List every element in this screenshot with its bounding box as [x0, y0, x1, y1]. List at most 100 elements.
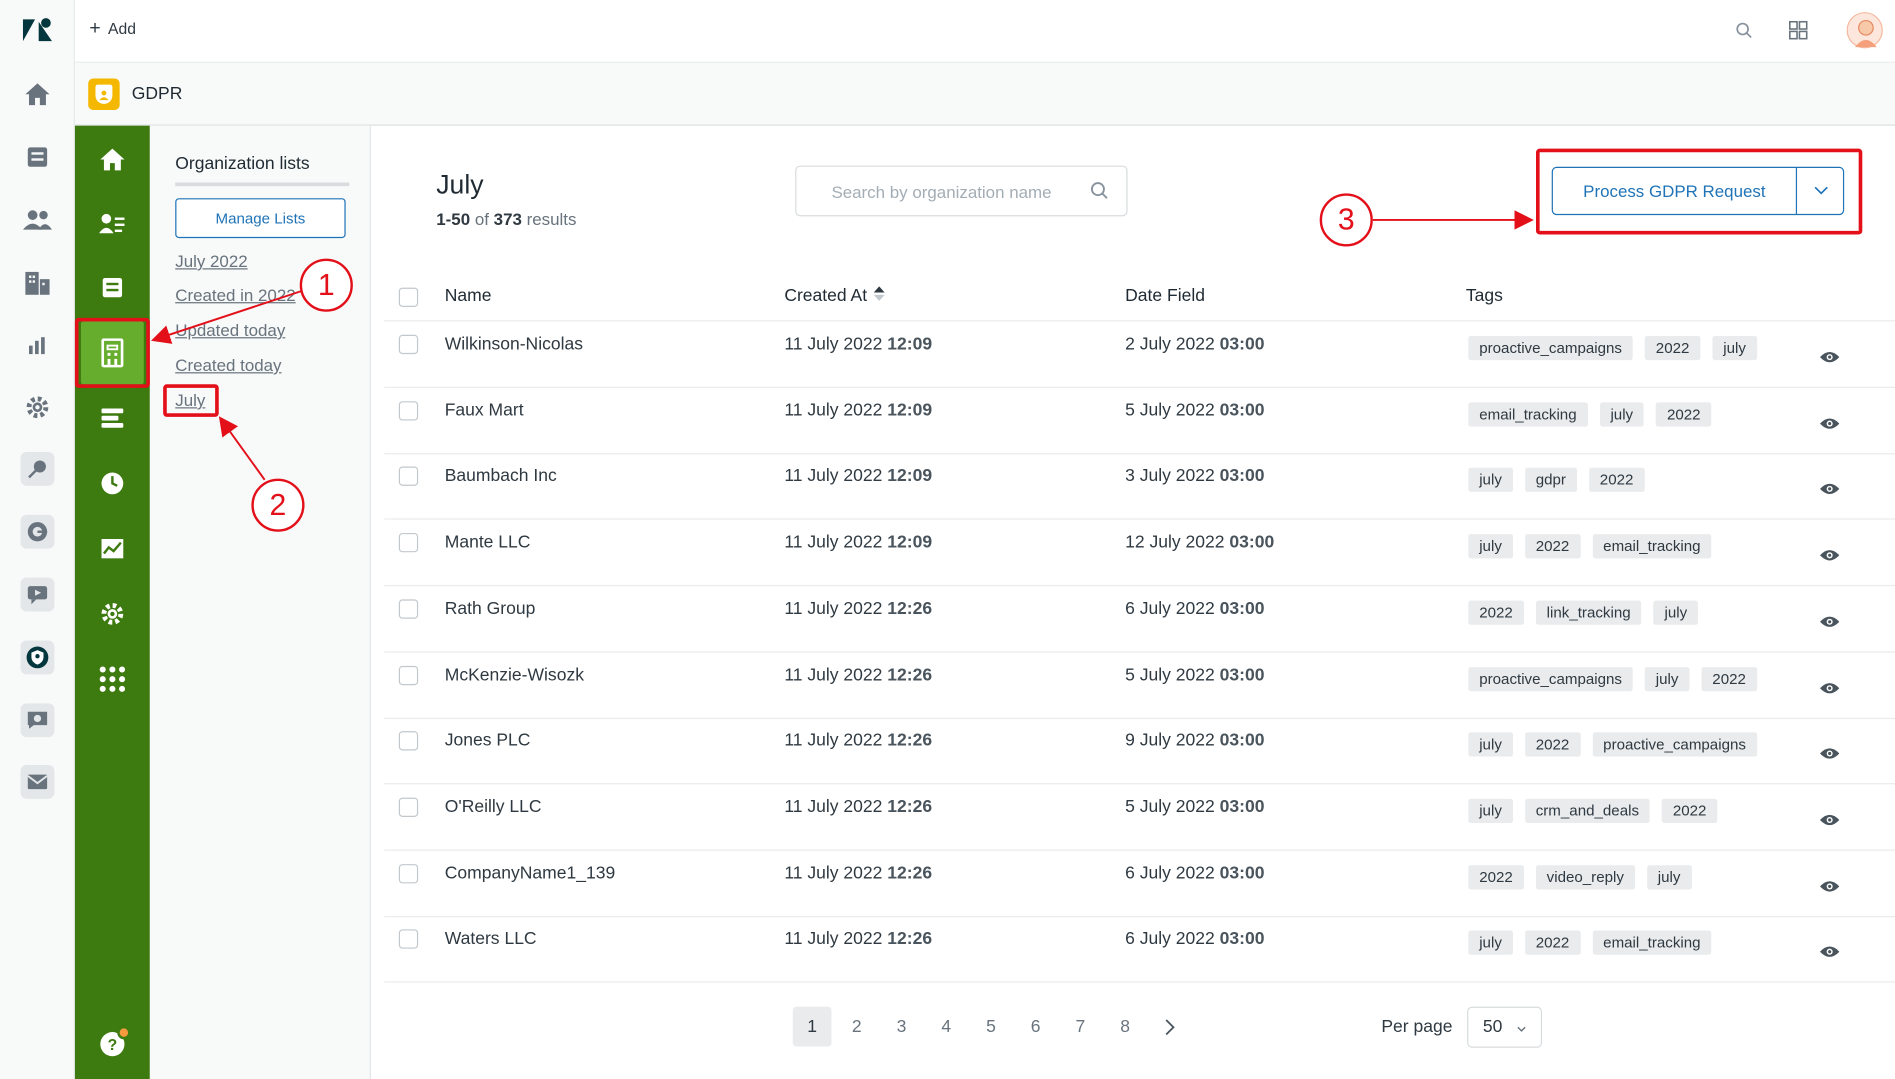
eye-icon[interactable]: [1820, 414, 1840, 436]
table-row[interactable]: Baumbach Inc 11 July 2022 12:09 3 July 2…: [384, 454, 1895, 521]
per-page-select[interactable]: 50: [1467, 1006, 1543, 1048]
search-icon[interactable]: [1731, 17, 1758, 44]
org-name[interactable]: McKenzie-Wisozk: [445, 665, 584, 684]
list-link-created-today[interactable]: Created today: [175, 355, 281, 374]
org-name[interactable]: Jones PLC: [445, 731, 531, 750]
list-link-created-in-2022[interactable]: Created in 2022: [175, 285, 295, 304]
eye-icon[interactable]: [1820, 943, 1840, 965]
table-row[interactable]: Waters LLC 11 July 2022 12:26 6 July 202…: [384, 916, 1895, 983]
date-field: 6 July 2022 03:00: [1125, 864, 1264, 883]
chat-icon[interactable]: [20, 577, 55, 612]
org-name[interactable]: Mante LLC: [445, 533, 531, 552]
home-icon[interactable]: [95, 143, 129, 177]
gdpr-app-icon: [88, 78, 120, 110]
field-date: 9 July 2022: [1125, 731, 1215, 751]
row-checkbox[interactable]: [398, 599, 419, 619]
org-name[interactable]: Faux Mart: [445, 401, 524, 420]
eye-icon[interactable]: [1820, 612, 1840, 634]
chevron-right-icon[interactable]: [1150, 1007, 1189, 1047]
page-3-button[interactable]: 3: [882, 1007, 921, 1047]
page-8-button[interactable]: 8: [1106, 1007, 1145, 1047]
eye-icon[interactable]: [1820, 546, 1840, 568]
org-name[interactable]: Wilkinson-Nicolas: [445, 335, 583, 354]
admin-gear-icon[interactable]: [21, 390, 55, 424]
table-row[interactable]: Faux Mart 11 July 2022 12:09 5 July 2022…: [384, 388, 1895, 455]
eye-icon[interactable]: [1820, 348, 1840, 370]
guide-icon[interactable]: [20, 514, 55, 549]
tag-list: 2022 video_reply july: [1468, 864, 1692, 889]
row-checkbox[interactable]: [398, 929, 419, 950]
org-name[interactable]: Rath Group: [445, 599, 536, 618]
explore-icon[interactable]: [20, 451, 55, 486]
row-checkbox[interactable]: [398, 665, 419, 685]
gdpr-shield-icon[interactable]: [20, 640, 55, 675]
per-page-value: 50: [1482, 1017, 1503, 1037]
row-checkbox[interactable]: [398, 400, 419, 421]
created-date: 11 July 2022: [784, 863, 883, 883]
column-created-at[interactable]: Created At: [784, 286, 885, 306]
mail-icon[interactable]: [20, 764, 55, 799]
inbox-icon[interactable]: [95, 271, 129, 305]
page-6-button[interactable]: 6: [1016, 1007, 1055, 1047]
column-name[interactable]: Name: [445, 286, 492, 305]
product-tray-icon[interactable]: [1785, 17, 1812, 44]
app-window: + Add GDPR ? Organization lists Manage Li…: [0, 0, 1895, 1079]
answer-bot-icon[interactable]: [20, 703, 55, 738]
contacts-icon[interactable]: [95, 207, 129, 241]
table-row[interactable]: Mante LLC 11 July 2022 12:09 12 July 202…: [384, 520, 1895, 587]
apps-grid-icon[interactable]: [95, 662, 129, 696]
column-date-field[interactable]: Date Field: [1125, 286, 1205, 305]
eye-icon[interactable]: [1820, 811, 1840, 833]
table-row[interactable]: McKenzie-Wisozk 11 July 2022 12:26 5 Jul…: [384, 652, 1895, 719]
add-button[interactable]: + Add: [89, 18, 136, 37]
tag-badge: link_tracking: [1535, 600, 1642, 625]
zendesk-logo-icon[interactable]: [22, 17, 53, 44]
eye-icon[interactable]: [1820, 877, 1840, 899]
eye-icon[interactable]: [1820, 745, 1840, 767]
eye-icon[interactable]: [1820, 480, 1840, 502]
list-icon[interactable]: [95, 401, 129, 435]
page-1-button[interactable]: 1: [792, 1006, 832, 1047]
settings-icon[interactable]: [95, 597, 129, 631]
table-row[interactable]: Wilkinson-Nicolas 11 July 2022 12:09 2 J…: [384, 321, 1895, 388]
table-row[interactable]: Jones PLC 11 July 2022 12:26 9 July 2022…: [384, 718, 1895, 785]
page-2-button[interactable]: 2: [837, 1007, 876, 1047]
manage-lists-button[interactable]: Manage Lists: [175, 198, 346, 239]
organizations-icon[interactable]: [21, 266, 55, 300]
search-input[interactable]: Search by organization name: [795, 165, 1128, 217]
row-checkbox[interactable]: [398, 533, 419, 553]
created-time: 12:26: [887, 929, 933, 950]
table-row[interactable]: CompanyName1_139 11 July 2022 12:26 6 Ju…: [384, 850, 1895, 917]
avatar[interactable]: [1846, 12, 1883, 49]
chart-icon[interactable]: [95, 532, 129, 566]
tag-badge: proactive_campaigns: [1468, 666, 1633, 691]
eye-icon[interactable]: [1820, 679, 1840, 701]
row-checkbox[interactable]: [398, 334, 419, 355]
table-row[interactable]: Rath Group 11 July 2022 12:26 6 July 202…: [384, 586, 1895, 653]
org-name[interactable]: CompanyName1_139: [445, 864, 615, 883]
field-time: 03:00: [1219, 334, 1265, 355]
row-checkbox[interactable]: [398, 466, 419, 487]
users-icon[interactable]: [21, 203, 55, 237]
results-of: of: [474, 209, 489, 229]
page-7-button[interactable]: 7: [1061, 1007, 1100, 1047]
org-name[interactable]: O'Reilly LLC: [445, 797, 542, 816]
table-row[interactable]: O'Reilly LLC 11 July 2022 12:26 5 July 2…: [384, 784, 1895, 851]
row-checkbox[interactable]: [398, 863, 419, 883]
org-name[interactable]: Baumbach Inc: [445, 467, 557, 486]
list-link-july-2022[interactable]: July 2022: [175, 251, 247, 270]
org-name[interactable]: Waters LLC: [445, 930, 537, 949]
page-4-button[interactable]: 4: [927, 1007, 966, 1047]
history-icon[interactable]: [95, 466, 129, 500]
row-checkbox[interactable]: [398, 797, 419, 817]
select-all-checkbox[interactable]: [398, 287, 419, 307]
home-icon[interactable]: [21, 77, 55, 111]
row-checkbox[interactable]: [398, 731, 419, 751]
tag-badge: 2022: [1644, 335, 1701, 361]
list-link-updated-today[interactable]: Updated today: [175, 320, 285, 339]
reporting-icon[interactable]: [21, 329, 55, 363]
page-5-button[interactable]: 5: [972, 1007, 1011, 1047]
annotation-box-3: [1536, 148, 1863, 235]
tickets-icon[interactable]: [21, 140, 55, 174]
tag-badge: july: [1646, 864, 1692, 889]
